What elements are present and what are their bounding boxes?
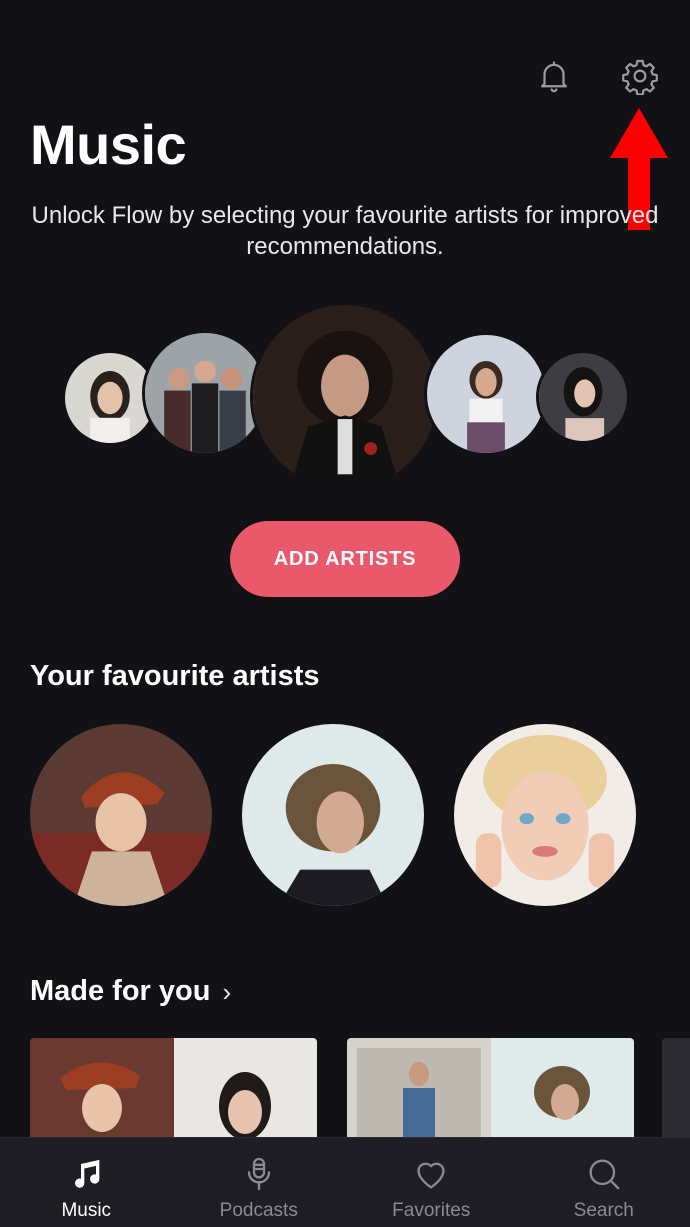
heart-icon [417,1162,445,1189]
microphone-icon [247,1157,270,1191]
add-artists-button[interactable]: ADD ARTISTS [230,521,460,597]
tab-music[interactable]: Music [0,1138,173,1227]
tab-podcasts[interactable]: Podcasts [173,1138,346,1227]
bell-icon [541,61,567,93]
gear-icon [622,59,658,95]
music-note-icon [75,1159,100,1188]
made-for-you-title: Made for you [30,975,211,1007]
mix-card-peek[interactable] [662,1038,690,1148]
tab-search[interactable]: Search [518,1138,690,1227]
favourite-artist-avatar[interactable] [30,724,212,906]
mix-card[interactable] [347,1038,634,1148]
favourite-artist-avatar[interactable] [242,724,424,906]
suggested-artists-cluster[interactable] [0,300,690,500]
settings-button[interactable] [620,56,660,96]
mix-card[interactable] [30,1038,317,1148]
artist-avatar [424,332,548,456]
made-for-you-list [30,1038,634,1148]
favourite-artists-heading: Your favourite artists [30,660,320,692]
favourite-artist-avatar[interactable] [454,724,636,906]
tab-label: Favorites [392,1200,471,1221]
chevron-right-icon: › [222,977,232,1007]
made-for-you-heading[interactable]: Made for you › [30,975,231,1008]
page-title: Music [30,113,187,176]
header-actions [534,56,660,96]
tab-label: Podcasts [219,1200,298,1221]
favourite-artists-list [30,724,636,906]
artist-avatar [536,350,630,444]
search-icon [589,1159,620,1190]
notifications-button[interactable] [534,56,574,96]
tab-label: Search [573,1200,634,1221]
tab-label: Music [61,1200,112,1221]
bottom-tab-bar: Music Podcasts Favorites Search [0,1137,690,1227]
artist-avatar [250,302,440,492]
unlock-flow-message: Unlock Flow by selecting your favourite … [31,202,659,260]
tab-favorites[interactable]: Favorites [345,1138,518,1227]
